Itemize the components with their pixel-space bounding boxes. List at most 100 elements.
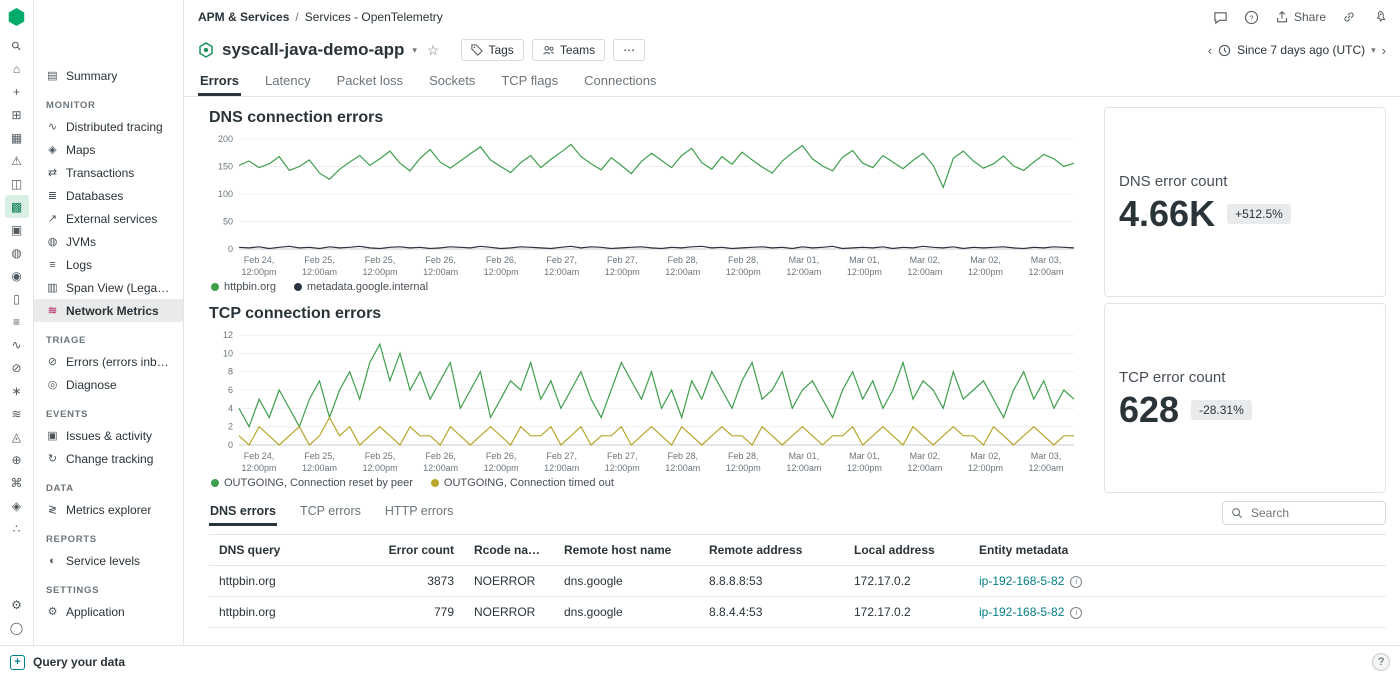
x-tick-label: Feb 26,: [425, 255, 456, 265]
settings-icon[interactable]: ⚙: [5, 593, 29, 616]
tab-packet-loss[interactable]: Packet loss: [335, 66, 405, 96]
column-header-rcode[interactable]: Rcode name: [464, 535, 554, 566]
left-icon-rail: ⚲⌂+⊞▦⚠◫▩▣◍◉▯≡∿⊘∗≋◬⊕⌘◈∴ ⚙◯: [0, 0, 34, 645]
time-back-chevron-icon[interactable]: ‹: [1208, 43, 1212, 58]
sidebar-item-application[interactable]: ⚙Application: [34, 600, 183, 623]
tab-latency[interactable]: Latency: [263, 66, 313, 96]
table-row[interactable]: httpbin.org3873NOERRORdns.google8.8.8.8:…: [209, 566, 1386, 597]
info-icon[interactable]: i: [1070, 607, 1082, 619]
legend-item[interactable]: httpbin.org: [211, 281, 276, 293]
sidebar-item-jvms[interactable]: ◍JVMs: [34, 230, 183, 253]
sidebar-item-diagnose[interactable]: ◎Diagnose: [34, 373, 183, 396]
subtab-dns-errors[interactable]: DNS errors: [209, 499, 277, 526]
dns-chart-legend: httpbin.org metadata.google.internal: [211, 281, 1080, 293]
query-your-data-button[interactable]: + Query your data: [10, 655, 125, 670]
sidebar-item-databases[interactable]: ≣Databases: [34, 184, 183, 207]
breadcrumb-section[interactable]: APM & Services: [198, 10, 289, 24]
tcp-chart-block: TCP connection errors 024681012Feb 24,12…: [209, 303, 1080, 493]
sidebar-item-metrics-explorer[interactable]: ≷Metrics explorer: [34, 498, 183, 521]
distributed-tracing-icon[interactable]: ∿: [5, 333, 29, 356]
help-fab-icon[interactable]: ?: [1372, 653, 1390, 671]
network-icon[interactable]: ≋: [5, 402, 29, 425]
column-header-count[interactable]: Error count: [359, 535, 464, 566]
query-builder-icon[interactable]: ∴: [5, 517, 29, 540]
alerts-icon[interactable]: ⚠: [5, 149, 29, 172]
sidebar-item-label: JVMs: [66, 235, 96, 249]
sidebar-item-logs[interactable]: ≡Logs: [34, 253, 183, 276]
legend-label: OUTGOING, Connection reset by peer: [224, 477, 413, 489]
column-header-query[interactable]: DNS query: [209, 535, 359, 566]
sidebar-item-service-levels[interactable]: ◐Service levels: [34, 549, 183, 572]
tab-sockets[interactable]: Sockets: [427, 66, 477, 96]
dashboards-icon[interactable]: ▦: [5, 126, 29, 149]
home-icon[interactable]: ⌂: [5, 57, 29, 80]
subtab-http-errors[interactable]: HTTP errors: [384, 499, 455, 526]
sidebar-item-transactions[interactable]: ⇄Transactions: [34, 161, 183, 184]
time-chevron-down-icon[interactable]: ▾: [1371, 45, 1376, 56]
mobile-icon[interactable]: ▯: [5, 287, 29, 310]
table-row[interactable]: httpbin.org779NOERRORdns.google8.8.4.4:5…: [209, 597, 1386, 628]
search-icon: [1231, 507, 1243, 519]
synthetics-icon[interactable]: ◉: [5, 264, 29, 287]
x-tick-label: Mar 01,: [789, 255, 820, 265]
table-search[interactable]: [1222, 501, 1386, 525]
share-button[interactable]: Share: [1275, 10, 1326, 24]
tab-tcp-flags[interactable]: TCP flags: [499, 66, 560, 96]
add-icon[interactable]: +: [5, 80, 29, 103]
column-header-entity[interactable]: Entity metadata: [969, 535, 1386, 566]
search-input[interactable]: [1249, 505, 1377, 521]
help-icon[interactable]: ?: [1244, 10, 1259, 25]
whats-new-rocket-icon[interactable]: [1372, 10, 1386, 24]
copy-link-icon[interactable]: [1342, 10, 1356, 24]
legend-item[interactable]: OUTGOING, Connection timed out: [431, 477, 614, 489]
errors-inbox-icon[interactable]: ⊘: [5, 356, 29, 379]
more-actions-button[interactable]: ⋯: [613, 39, 645, 61]
sidebar-item-external-services[interactable]: ↗External services: [34, 207, 183, 230]
integrations-icon[interactable]: ⊕: [5, 448, 29, 471]
dns-errors-chart[interactable]: 050100150200Feb 24,12:00pmFeb 25,12:00am…: [209, 131, 1080, 281]
time-range-label[interactable]: Since 7 days ago (UTC): [1237, 43, 1365, 57]
entity-link[interactable]: ip-192-168-5-82: [979, 574, 1064, 588]
legend-label: metadata.google.internal: [307, 281, 428, 293]
apm-services-icon[interactable]: ▩: [5, 195, 29, 218]
legend-item[interactable]: OUTGOING, Connection reset by peer: [211, 477, 413, 489]
tcp-errors-chart[interactable]: 024681012Feb 24,12:00pmFeb 25,12:00amFeb…: [209, 327, 1080, 477]
legend-item[interactable]: metadata.google.internal: [294, 281, 428, 293]
tab-errors[interactable]: Errors: [198, 66, 241, 96]
machine-learning-icon[interactable]: ◬: [5, 425, 29, 448]
sidebar-item-issues-activity[interactable]: ▣Issues & activity: [34, 424, 183, 447]
breadcrumb-page[interactable]: Services - OpenTelemetry: [305, 10, 443, 24]
sidebar-item-change-tracking[interactable]: ↻Change tracking: [34, 447, 183, 470]
sidebar-item-errors-inbox[interactable]: ⊘Errors (errors inbox): [34, 350, 183, 373]
logs-icon[interactable]: ≡: [5, 310, 29, 333]
applied-intelligence-icon[interactable]: ∗: [5, 379, 29, 402]
kubernetes-icon[interactable]: ◍: [5, 241, 29, 264]
sidebar-item-span-view-legacy[interactable]: ▥Span View (Legacy): [34, 276, 183, 299]
search-icon[interactable]: ⚲: [5, 34, 29, 57]
all-entities-icon[interactable]: ⊞: [5, 103, 29, 126]
info-icon[interactable]: i: [1070, 576, 1082, 588]
column-header-remote[interactable]: Remote address: [699, 535, 844, 566]
browser-icon[interactable]: ◫: [5, 172, 29, 195]
column-header-host[interactable]: Remote host name: [554, 535, 699, 566]
explorer-icon[interactable]: ◈: [5, 494, 29, 517]
x-tick-label: Feb 27,: [607, 255, 638, 265]
sidebar-item-maps[interactable]: ◈Maps: [34, 138, 183, 161]
column-header-local[interactable]: Local address: [844, 535, 969, 566]
new-relic-logo-icon[interactable]: [8, 8, 26, 26]
infrastructure-icon[interactable]: ▣: [5, 218, 29, 241]
sidebar-item-distributed-tracing[interactable]: ∿Distributed tracing: [34, 115, 183, 138]
api-icon[interactable]: ⌘: [5, 471, 29, 494]
teams-button[interactable]: Teams: [532, 39, 605, 61]
subtab-tcp-errors[interactable]: TCP errors: [299, 499, 362, 526]
tab-connections[interactable]: Connections: [582, 66, 658, 96]
favorite-star-icon[interactable]: ☆: [427, 42, 440, 59]
user-icon[interactable]: ◯: [5, 616, 29, 639]
sidebar-item-summary[interactable]: ▤Summary: [34, 64, 183, 87]
entity-link[interactable]: ip-192-168-5-82: [979, 605, 1064, 619]
comments-icon[interactable]: [1213, 10, 1228, 25]
tags-button[interactable]: Tags: [461, 39, 523, 61]
sidebar-item-network-metrics[interactable]: ≋Network Metrics: [34, 299, 183, 322]
time-forward-chevron-icon[interactable]: ›: [1382, 43, 1386, 58]
title-chevron-down-icon[interactable]: ▾: [412, 45, 417, 56]
